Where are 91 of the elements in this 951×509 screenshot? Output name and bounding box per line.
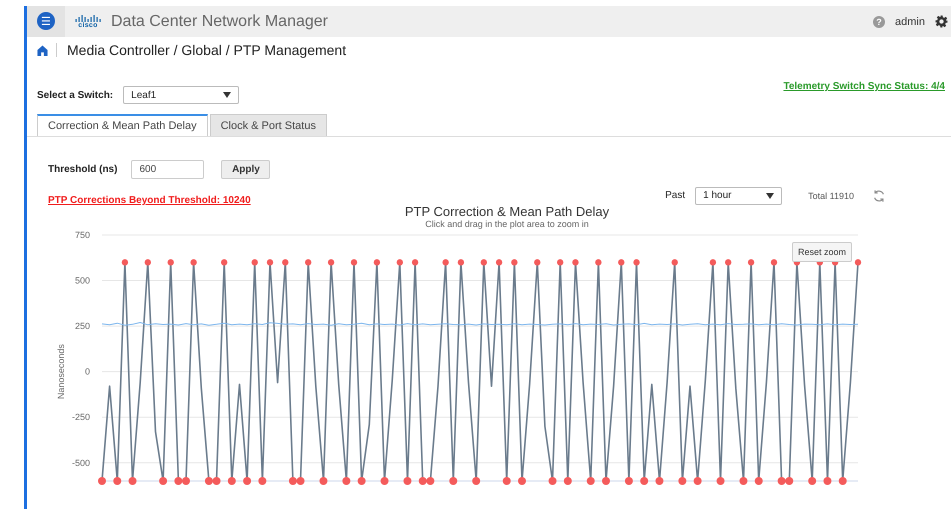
threshold-point <box>168 259 174 266</box>
past-label: Past <box>665 190 686 201</box>
threshold-point <box>358 477 366 485</box>
threshold-point <box>502 477 511 485</box>
threshold-alert-link[interactable]: PTP Corrections Beyond Threshold: 10240 <box>48 195 251 206</box>
threshold-point <box>724 259 732 266</box>
threshold-point <box>618 259 624 266</box>
y-tick-label: -500 <box>72 458 90 468</box>
threshold-point <box>564 477 572 485</box>
threshold-point <box>511 259 518 266</box>
chart-title: PTP Correction & Mean Path Delay <box>404 204 610 219</box>
threshold-point <box>258 477 266 485</box>
threshold-point <box>396 259 404 266</box>
menu-button[interactable]: ☰ <box>27 6 65 37</box>
threshold-point <box>328 259 334 266</box>
threshold-point <box>808 477 816 485</box>
threshold-point <box>572 259 579 266</box>
threshold-label: Threshold (ns) <box>48 164 118 175</box>
threshold-point <box>770 259 778 266</box>
reset-zoom-button[interactable]: Reset zoom <box>792 242 852 262</box>
tab[interactable]: Clock & Port Status <box>210 114 327 136</box>
switch-label: Select a Switch: <box>37 90 114 100</box>
y-tick-label: 750 <box>74 230 90 240</box>
threshold-point <box>754 477 763 485</box>
threshold-point <box>602 477 610 485</box>
threshold-point <box>556 259 564 266</box>
threshold-point <box>838 477 847 485</box>
threshold-point <box>678 477 686 485</box>
threshold-point <box>350 259 358 266</box>
threshold-point <box>449 477 458 485</box>
threshold-point <box>442 259 449 266</box>
threshold-point <box>159 477 168 485</box>
threshold-point <box>624 477 633 485</box>
threshold-point <box>342 477 350 485</box>
threshold-point <box>548 477 557 485</box>
refresh-icon[interactable] <box>872 188 886 202</box>
chart-subtitle: Click and drag in the plot area to zoom in <box>425 219 589 229</box>
threshold-point <box>252 259 258 266</box>
threshold-point <box>710 259 716 266</box>
threshold-point <box>98 477 106 485</box>
threshold-point <box>228 477 236 485</box>
threshold-point <box>374 259 380 266</box>
threshold-point <box>243 477 252 485</box>
threshold-point <box>144 259 152 266</box>
threshold-point <box>304 259 312 266</box>
tab[interactable]: Correction & Mean Path Delay <box>37 114 208 136</box>
threshold-point <box>748 259 754 266</box>
threshold-point <box>739 477 748 485</box>
threshold-point <box>128 477 137 485</box>
y-tick-label: -250 <box>72 412 90 422</box>
y-axis-title: Nanoseconds <box>56 344 66 400</box>
threshold-point <box>122 259 128 266</box>
threshold-point <box>319 477 328 485</box>
y-tick-label: 0 <box>84 366 90 377</box>
threshold-point <box>266 259 274 266</box>
home-icon[interactable] <box>37 44 48 56</box>
threshold-point <box>518 477 526 485</box>
threshold-point <box>640 477 648 485</box>
app-title: Data Center Network Manager <box>111 12 328 30</box>
threshold-point <box>534 259 540 266</box>
threshold-point <box>496 259 502 266</box>
threshold-point <box>655 477 664 485</box>
user-menu[interactable]: admin <box>895 16 925 28</box>
settings-icon[interactable] <box>935 15 948 28</box>
threshold-point <box>458 259 464 266</box>
y-tick-label: 250 <box>74 321 90 332</box>
threshold-point <box>823 477 832 485</box>
threshold-field[interactable]: 600 <box>131 160 204 179</box>
threshold-point <box>113 477 122 485</box>
threshold-point <box>380 477 389 485</box>
breadcrumb: Media Controller / Global / PTP Management <box>67 42 346 58</box>
total-count: Total 11910 <box>808 190 854 200</box>
threshold-point <box>472 477 480 485</box>
y-tick-label: 500 <box>74 276 90 286</box>
apply-button[interactable]: Apply <box>221 160 270 179</box>
threshold-point <box>190 259 197 266</box>
threshold-point <box>595 259 602 266</box>
threshold-point <box>403 477 412 485</box>
threshold-point <box>220 259 228 266</box>
period-dropdown[interactable]: 1 hour <box>695 186 782 204</box>
threshold-point <box>586 477 595 485</box>
switch-dropdown[interactable]: Leaf1 <box>123 86 240 104</box>
threshold-point <box>282 259 288 266</box>
threshold-point <box>412 259 418 266</box>
sync-status-link[interactable]: Telemetry Switch Sync Status: 4/4 <box>783 81 945 92</box>
threshold-point <box>672 259 678 266</box>
threshold-point <box>716 477 725 485</box>
threshold-point <box>694 477 702 485</box>
threshold-point <box>633 259 640 266</box>
threshold-point <box>854 259 862 266</box>
threshold-point <box>480 259 488 266</box>
